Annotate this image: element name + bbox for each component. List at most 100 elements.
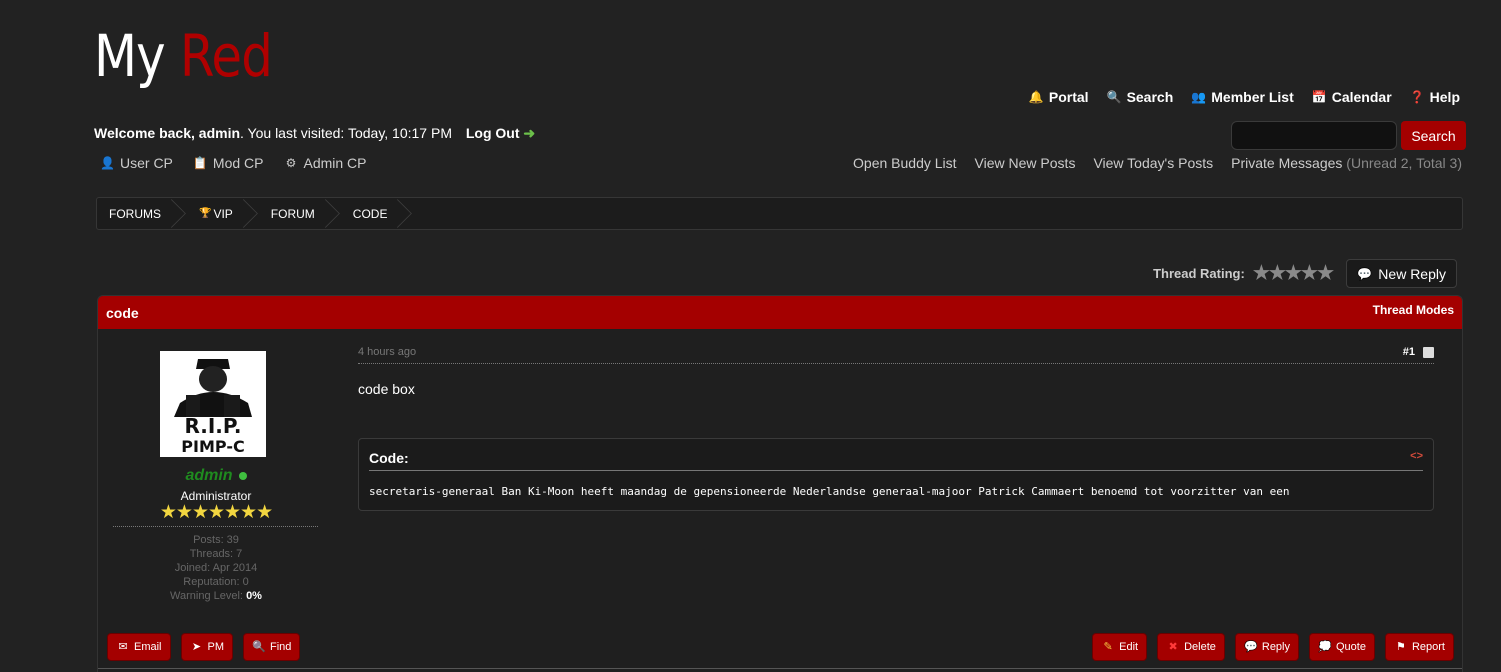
code-header: Code: <> xyxy=(369,450,1423,471)
arrow-right-icon: ➜ xyxy=(523,125,536,141)
author-name: admin xyxy=(98,467,334,485)
report-button[interactable]: ⚑ Report xyxy=(1384,633,1454,661)
flag-icon: ⚑ xyxy=(1396,640,1406,653)
reply-button[interactable]: 💬 Reply xyxy=(1234,633,1299,661)
mod-cp-label: Mod CP xyxy=(212,155,264,171)
avatar[interactable]: R.I.P. PIMP-C xyxy=(160,351,266,457)
author-warning: Warning Level: 0% xyxy=(98,589,334,603)
search-button[interactable]: Search xyxy=(1401,121,1466,150)
post-meta: 4 hours ago #1 xyxy=(358,346,1434,364)
email-button[interactable]: ✉ Email xyxy=(107,633,171,661)
post-number-link[interactable]: #1 xyxy=(1403,346,1415,358)
breadcrumb-vip[interactable]: 🏆 VIP xyxy=(179,198,251,229)
welcome-bar: Welcome back, admin. You last visited: T… xyxy=(94,125,535,142)
author-posts: Posts: 39 xyxy=(193,534,239,546)
nav-help[interactable]: ❓ Help xyxy=(1410,89,1460,105)
online-status-icon xyxy=(238,471,247,480)
pm-counts: (Unread 2, Total 3) xyxy=(1346,155,1462,171)
post-time: 4 hours ago xyxy=(358,346,417,358)
last-visited-text: . You last visited: Today, 10:17 PM xyxy=(240,125,452,141)
admin-cp-icon: ⚙ xyxy=(285,156,297,170)
author-name-link[interactable]: admin xyxy=(185,467,232,484)
delete-button[interactable]: ✖ Delete xyxy=(1157,633,1225,661)
magnifier-icon: 🔍 xyxy=(1106,90,1122,104)
bell-icon: 🔔 xyxy=(1028,90,1044,104)
code-toggle-icon[interactable]: <> xyxy=(1410,450,1423,462)
nav-search[interactable]: 🔍 Search xyxy=(1107,89,1174,105)
logo-part-my: My xyxy=(94,22,166,90)
thread-rating-label: Thread Rating: xyxy=(1153,266,1245,281)
quote-bubble-icon: 💭 xyxy=(1318,640,1332,653)
author-stats: Posts: 39 Threads: 7 Joined: Apr 2014 Re… xyxy=(98,533,334,603)
mod-cp-link[interactable]: 📋 Mod CP xyxy=(193,155,264,171)
view-todays-posts-link[interactable]: View Today's Posts xyxy=(1093,155,1213,171)
nav-calendar[interactable]: 📅 Calendar xyxy=(1312,89,1392,105)
calendar-icon: 📅 xyxy=(1311,90,1327,104)
author-reputation: Reputation: 0 xyxy=(183,576,249,588)
author-joined: Joined: Apr 2014 xyxy=(174,562,258,574)
mod-cp-icon: 📋 xyxy=(192,156,208,170)
nav-portal[interactable]: 🔔 Portal xyxy=(1029,89,1089,105)
logo-part-red: Red xyxy=(179,22,273,90)
pm-button[interactable]: ➤ PM xyxy=(180,633,234,661)
delete-button-label: Delete xyxy=(1184,641,1216,653)
warning-label: Warning Level: xyxy=(170,590,247,602)
breadcrumb-forums[interactable]: FORUMS xyxy=(97,198,179,229)
nav-member-list[interactable]: 👥 Member List xyxy=(1191,89,1293,105)
admin-cp-link[interactable]: ⚙ Admin CP xyxy=(283,155,367,171)
private-messages-link[interactable]: Private Messages xyxy=(1231,155,1342,171)
logout-link[interactable]: Log Out ➜ xyxy=(466,125,535,141)
pm-button-label: PM xyxy=(207,641,225,653)
user-links: Open Buddy List View New Posts View Toda… xyxy=(853,155,1462,171)
code-label: Code: xyxy=(369,450,409,466)
nav-help-label: Help xyxy=(1429,89,1460,105)
post-number: #1 xyxy=(1403,346,1434,358)
edit-button-label: Edit xyxy=(1119,641,1139,653)
top-navigation: 🔔 Portal 🔍 Search 👥 Member List 📅 Calendar ❓… xyxy=(1029,89,1460,105)
breadcrumb-code[interactable]: CODE xyxy=(333,198,406,229)
thread-rating: Thread Rating: ★★★★★ xyxy=(1153,262,1334,285)
edit-button[interactable]: ✎ Edit xyxy=(1092,633,1148,661)
new-reply-button[interactable]: 💬 New Reply xyxy=(1346,259,1457,288)
reply-button-label: Reply xyxy=(1261,641,1290,653)
post-action-buttons: ✎ Edit ✖ Delete 💬 Reply 💭 Quote ⚑ Report xyxy=(1092,633,1454,661)
user-cp-link[interactable]: 👤 User CP xyxy=(100,155,173,171)
trophy-icon: 🏆 xyxy=(199,208,212,219)
code-block: Code: <> secretaris-generaal Ban Ki-Moon… xyxy=(358,438,1434,511)
thread-container: code Thread Modes R.I.P. PIMP-C admin Ad… xyxy=(97,295,1463,672)
code-text: secretaris-generaal Ban Ki-Moon heeft ma… xyxy=(369,485,1290,498)
author-threads: Threads: 7 xyxy=(189,548,243,560)
view-new-posts-link[interactable]: View New Posts xyxy=(975,155,1076,171)
multiquote-checkbox[interactable] xyxy=(1423,346,1434,358)
email-button-label: Email xyxy=(134,641,162,653)
post-divider xyxy=(98,668,1462,669)
breadcrumb-forum[interactable]: FORUM xyxy=(251,198,333,229)
open-buddy-list-link[interactable]: Open Buddy List xyxy=(853,155,957,171)
rating-stars[interactable]: ★★★★★ xyxy=(1253,262,1334,285)
speech-bubble-icon: 💬 xyxy=(1244,640,1258,653)
avatar-image: R.I.P. PIMP-C xyxy=(160,351,266,457)
find-button-label: Find xyxy=(270,641,292,653)
user-cp-label: User CP xyxy=(120,155,173,171)
pencil-icon: ✎ xyxy=(1103,640,1113,653)
new-reply-label: New Reply xyxy=(1378,265,1446,282)
post-body: code box xyxy=(358,381,415,397)
quote-button[interactable]: 💭 Quote xyxy=(1309,633,1375,661)
admin-cp-label: Admin CP xyxy=(303,155,367,171)
thread-modes-link[interactable]: Thread Modes xyxy=(1373,303,1454,317)
nav-portal-label: Portal xyxy=(1048,89,1089,105)
site-logo[interactable]: My Red xyxy=(94,22,273,90)
welcome-username-link[interactable]: admin xyxy=(199,125,240,141)
cross-icon: ✖ xyxy=(1168,640,1178,653)
help-icon: ❓ xyxy=(1409,90,1425,104)
members-icon: 👥 xyxy=(1191,90,1207,104)
breadcrumb-vip-label: VIP xyxy=(213,206,233,221)
breadcrumb: FORUMS 🏆 VIP FORUM CODE xyxy=(96,197,1463,230)
user-cp-icon: 👤 xyxy=(100,156,115,170)
paper-plane-icon: ➤ xyxy=(191,640,202,653)
envelope-icon: ✉ xyxy=(118,640,128,653)
author-rank-stars: ★★★★★★★ xyxy=(159,502,273,523)
find-button[interactable]: 🔍 Find xyxy=(243,633,301,661)
search-input[interactable] xyxy=(1231,121,1397,150)
post-contact-buttons: ✉ Email ➤ PM 🔍 Find xyxy=(107,633,301,661)
